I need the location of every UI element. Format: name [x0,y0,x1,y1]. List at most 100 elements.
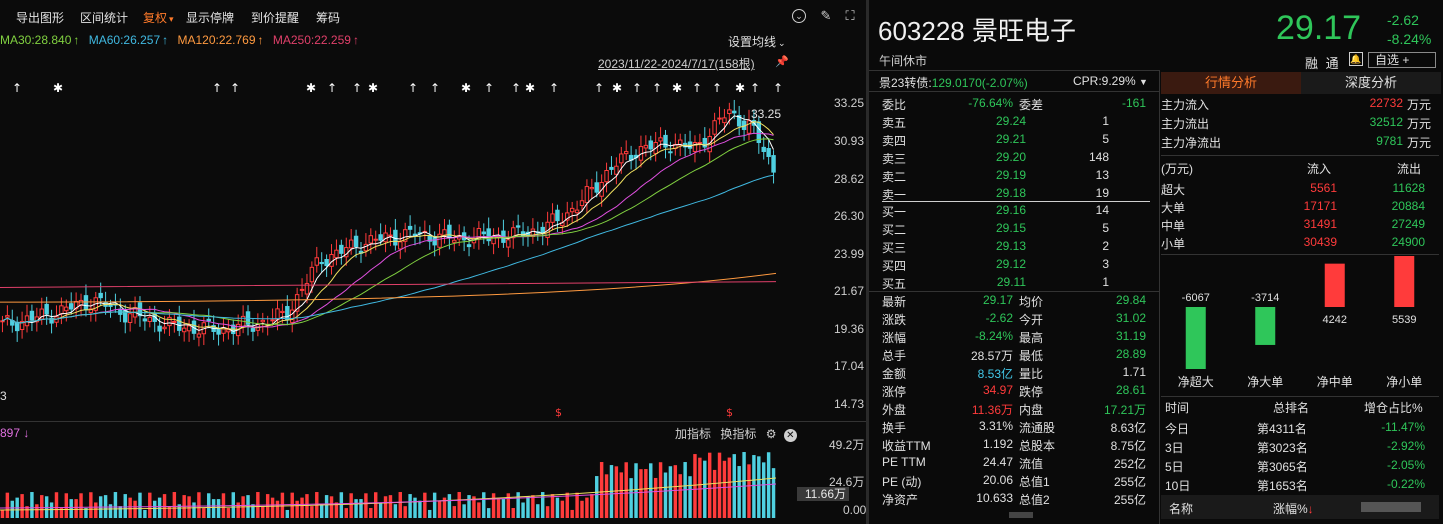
stat-value: 1.192 [982,437,1013,451]
bid-level-row[interactable]: 买四 29.12 3 [882,257,1154,275]
candle-body [177,316,182,331]
event-marker-icon[interactable]: ↑ [692,81,702,95]
interval-stats-button[interactable]: 区间统计 [80,9,128,26]
event-marker-icon[interactable]: ↑ [327,81,337,95]
name-column-header[interactable]: 名称 [1169,500,1193,517]
volume-bar [737,466,741,518]
event-marker-icon[interactable]: ✱ [612,81,622,95]
kline-chart-pane[interactable]: 导出图形 区间统计 复权 ▾ 显示停牌 到价提醒 筹码 ⌄ ✎ ⛶ MA30:28… [0,0,866,524]
event-marker-icon[interactable]: ↑ [750,81,760,95]
event-marker-icon[interactable]: ✱ [735,81,745,95]
event-marker-icon[interactable]: ✱ [53,81,63,95]
tab-depth-analysis[interactable]: 深度分析 [1301,72,1441,94]
pen-icon[interactable]: ✎ [818,8,834,24]
convertible-bond-info[interactable]: 景23转债:129.0170(-2.07%) [879,74,1028,91]
event-marker-icon[interactable]: ↑ [230,81,240,95]
candle-body [324,258,329,267]
candle-body [466,244,472,248]
volume-bar [428,509,432,518]
candle-body [506,239,511,248]
stat-value: 29.84 [1115,293,1146,307]
event-marker-icon[interactable]: ↑ [352,81,362,95]
volume-bar [545,506,550,518]
candle-body [319,261,324,265]
ask-level-row[interactable]: 卖二 29.19 13 [882,168,1154,186]
volume-chart[interactable] [0,440,826,520]
event-marker-icon[interactable]: ✱ [461,81,471,95]
ask-volume: 5 [1102,132,1109,146]
event-marker-icon[interactable]: ✱ [672,81,682,95]
main-flow-row: 主力流入 22732 万元 [1161,96,1439,114]
candle-body [348,239,354,249]
volume-bar [398,492,402,518]
event-marker-icon[interactable]: ↑ [212,81,222,95]
fuquan-dropdown[interactable]: 复权 ▾ [143,9,174,26]
chips-button[interactable]: 筹码 [316,9,340,26]
bid-level-row[interactable]: 买一 29.16 14 [882,203,1154,221]
ratio-value: -0.22% [1386,477,1425,491]
net-flow-label: 净超大 [1178,374,1214,389]
scroll-handle[interactable] [1009,512,1033,518]
ask-level-row[interactable]: 卖五 29.24 1 [882,114,1154,132]
event-marker-icon[interactable]: ↑ [12,81,22,95]
event-marker-icon[interactable]: ↑ [712,81,722,95]
fullscreen-icon[interactable]: ⛶ [842,8,858,24]
event-marker-icon[interactable]: ↑ [652,81,662,95]
tab-market-analysis[interactable]: 行情分析 [1161,72,1301,94]
volume-bar [0,510,5,518]
collapse-circle-icon[interactable]: ⌄ [792,9,806,23]
volume-bar [717,452,722,518]
change-column-header[interactable]: 涨幅%↓ [1273,500,1314,517]
candle-body [712,120,717,135]
ask-level-row[interactable]: 卖三 29.20 148 [882,150,1154,168]
bid-level-label: 买三 [882,241,907,255]
event-marker-icon[interactable]: ✱ [368,81,378,95]
cpr-dropdown[interactable]: CPR:9.29% ▼ [1073,74,1148,88]
volume-bar [693,454,697,518]
candle-body [373,238,378,241]
watchlist-button[interactable]: 自选 + [1368,52,1436,68]
candle-body [771,155,776,173]
price-alert-button[interactable]: 到价提醒 [251,9,299,26]
ask-level-label: 卖二 [882,170,907,184]
volume-bar [673,465,678,518]
divider [1161,254,1439,255]
low-marker-label: 3 [0,389,7,403]
event-marker-icon[interactable]: ↑ [484,81,494,95]
event-marker-icon[interactable]: ✱ [306,81,316,95]
volume-bar [560,500,565,518]
candle-body [589,186,595,190]
pin-icon[interactable]: 📌 [775,55,789,68]
volume-bar [742,452,746,518]
flow-unit: 万元 [1407,98,1432,112]
event-marker-icon[interactable]: ↑ [594,81,604,95]
dividend-marker-icon[interactable]: $ [726,406,733,419]
add-indicator-button[interactable]: 加指标 [675,427,711,441]
event-marker-icon[interactable]: ✱ [525,81,535,95]
bell-icon[interactable]: 🔔 [1349,52,1363,66]
event-marker-icon[interactable]: ↑ [549,81,559,95]
main-flow-row: 主力流出 32512 万元 [1161,115,1439,133]
export-chart-button[interactable]: 导出图形 [16,9,64,26]
event-marker-icon[interactable]: ↑ [511,81,521,95]
ask-level-label: 卖五 [882,116,907,130]
up-arrow-icon: ↑ [73,33,80,47]
bid-level-row[interactable]: 买三 29.13 2 [882,239,1154,257]
volume-bar [550,494,555,518]
gear-icon[interactable]: ⚙ [766,427,777,441]
event-marker-icon[interactable]: ↑ [632,81,642,95]
bid-level-row[interactable]: 买二 29.15 5 [882,221,1154,239]
flow-label: 主力净流出 [1161,136,1222,150]
show-suspended-button[interactable]: 显示停牌 [186,9,234,26]
event-marker-icon[interactable]: ↑ [773,81,783,95]
event-marker-icon[interactable]: ↑ [430,81,440,95]
candlestick-chart[interactable]: ↑ ✱ ↑ ↑ ✱ ↑ ↑ ✱ ↑ ↑ ✱ ↑ ↑ ✱ ↑ ↑ ✱ ↑ ↑ ✱ ↑ ↑ ✱ ↑ ↑ $ $ [0,70,826,420]
stat-value: 10.633 [976,491,1013,505]
event-marker-icon[interactable]: ↑ [408,81,418,95]
switch-indicator-button[interactable]: 换指标 [720,427,756,441]
volume-bar [49,502,54,518]
ask-level-row[interactable]: 卖四 29.21 5 [882,132,1154,150]
ma-settings-button[interactable]: 设置均线 ⌄ [728,33,786,50]
volume-bar [457,492,461,518]
dividend-marker-icon[interactable]: $ [555,406,562,419]
